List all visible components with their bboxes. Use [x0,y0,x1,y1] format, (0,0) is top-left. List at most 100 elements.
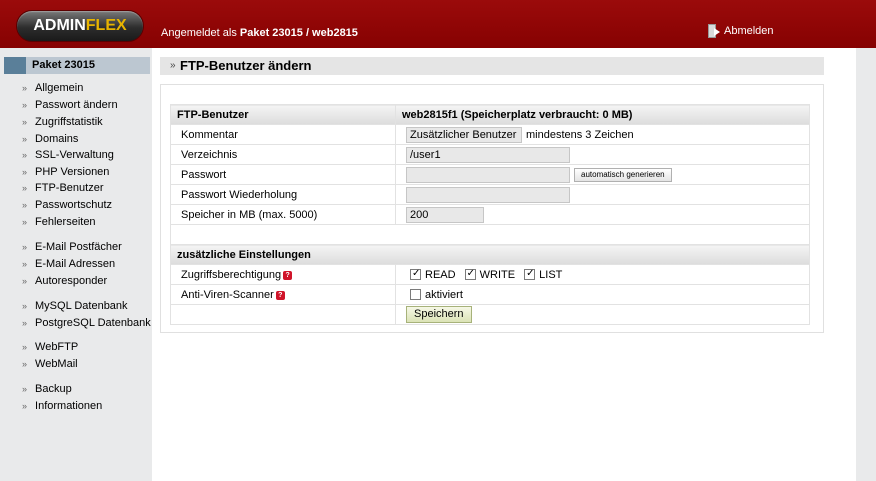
sidebar-item-label: Autoresponder [35,275,108,287]
sidebar-item-allgemein[interactable]: » Allgemein [22,82,83,94]
logout-label: Abmelden [724,25,774,37]
chevron-right-icon: » [22,359,28,369]
chevron-right-icon: » [22,83,28,93]
sidebar-item-autoresponder[interactable]: » Autoresponder [22,275,107,287]
form-row-directory: Verzeichnis /user1 [170,144,810,165]
extra-settings-title: zusätzliche Einstellungen [170,244,810,265]
write-checkbox[interactable] [464,268,476,281]
form-header-row: FTP-Benutzer web2815f1 (Speicherplatz ve… [170,104,810,125]
password-label: Passwort [170,164,396,185]
chevron-right-icon: » [22,167,28,177]
chevron-right-icon: » [22,100,28,110]
chevron-right-icon: » [170,60,176,71]
sidebar-item-email-postfaecher[interactable]: » E-Mail Postfächer [22,241,122,253]
form-row-antivirus: Anti-Viren-Scanner? aktiviert [170,284,810,305]
sidebar-item-label: Passwortschutz [35,199,113,211]
sidebar-item-label: FTP-Benutzer [35,182,104,194]
antivirus-option-label: aktiviert [425,288,463,301]
sidebar-item-label: PHP Versionen [35,166,110,178]
sidebar-item-domains[interactable]: » Domains [22,133,78,145]
chevron-right-icon: » [22,242,28,252]
help-icon[interactable]: ? [283,270,293,280]
top-header: ADMIN FLEX Angemeldet als Paket 23015 / w… [0,0,876,48]
sidebar-item-label: WebMail [35,358,78,370]
login-prefix: Angemeldet als [161,27,237,39]
chevron-right-icon: » [22,318,28,328]
read-checkbox[interactable] [410,268,421,281]
storage-field[interactable]: 200 [406,206,484,223]
save-button[interactable]: Speichern [406,306,472,323]
right-edge-strip [856,48,876,481]
antivirus-checkbox[interactable] [410,289,421,301]
logout-link[interactable]: Abmelden [708,24,774,38]
sidebar-item-label: Fehlerseiten [35,216,96,228]
chevron-right-icon: » [22,301,28,311]
form-header-value: web2815f1 (Speicherplatz verbraucht: 0 M… [395,104,810,125]
form-row-comment: Kommentar Zusätzlicher Benutzer mindesten… [170,124,810,145]
sidebar-item-passwortschutz[interactable]: » Passwortschutz [22,199,112,211]
sidebar-item-email-adressen[interactable]: » E-Mail Adressen [22,258,115,270]
sidebar-item-label: Informationen [35,400,103,412]
login-info: Angemeldet als Paket 23015 / web2815 [161,27,358,39]
chevron-right-icon: » [22,401,28,411]
extra-settings-header: zusätzliche Einstellungen [170,244,810,265]
sidebar-item-label: E-Mail Adressen [35,258,116,270]
sidebar-title: Paket 23015 [32,59,95,71]
storage-label: Speicher in MB (max. 5000) [170,204,396,225]
main-content: » FTP-Benutzer ändern FTP-Benutzer web28… [152,48,856,481]
form-row-password: Passwort automatisch generieren [170,164,810,185]
logo-text-admin: ADMIN [33,17,86,34]
sidebar-item-ftp-benutzer[interactable]: » FTP-Benutzer [22,182,103,194]
comment-field[interactable]: Zusätzlicher Benutzer [406,126,522,143]
sidebar-item-webmail[interactable]: » WebMail [22,358,78,370]
sidebar-item-label: MySQL Datenbank [35,300,128,312]
chevron-right-icon: » [22,384,28,394]
sidebar-item-informationen[interactable]: » Informationen [22,400,102,412]
sidebar-item-webftp[interactable]: » WebFTP [22,341,78,353]
write-label: WRITE [479,268,516,281]
comment-hint: mindestens 3 Zeichen [526,128,634,141]
sidebar-item-label: WebFTP [35,341,79,353]
comment-label: Kommentar [170,124,396,145]
sidebar-item-label: Domains [35,133,79,145]
chevron-right-icon: » [22,342,28,352]
form-row-access: Zugriffsberechtigung? READ WRITE LIST [170,264,810,285]
chevron-right-icon: » [22,200,28,210]
adminflex-logo[interactable]: ADMIN FLEX [16,10,144,42]
antivirus-label: Anti-Viren-Scanner [181,288,274,301]
sidebar-item-label: Allgemein [35,82,84,94]
list-label: LIST [539,268,563,281]
sidebar-item-passwort-aendern[interactable]: » Passwort ändern [22,99,118,111]
sidebar-item-label: PostgreSQL Datenbank [35,317,151,329]
sidebar-item-php-versionen[interactable]: » PHP Versionen [22,166,109,178]
sidebar-item-zugriffstatistik[interactable]: » Zugriffstatistik [22,116,103,128]
ftp-user-form: FTP-Benutzer web2815f1 (Speicherplatz ve… [170,104,810,325]
chevron-right-icon: » [22,276,28,286]
sidebar-item-mysql-datenbank[interactable]: » MySQL Datenbank [22,300,128,312]
page-title-bar: » FTP-Benutzer ändern [160,57,824,75]
form-spacer-row [170,224,810,245]
list-checkbox[interactable] [524,268,536,281]
chevron-right-icon: » [22,183,28,193]
password-repeat-label: Passwort Wiederholung [170,184,396,205]
logout-door-icon [708,24,720,38]
chevron-right-icon: » [22,259,28,269]
sidebar-item-postgresql-datenbank[interactable]: » PostgreSQL Datenbank [22,317,151,329]
chevron-right-icon: » [22,117,28,127]
password-field[interactable] [406,166,570,183]
directory-field[interactable]: /user1 [406,146,570,163]
logo-text-flex: FLEX [85,17,127,34]
sidebar-item-label: Zugriffstatistik [35,116,103,128]
generate-password-button[interactable]: automatisch generieren [574,167,672,182]
sidebar-package-header: Paket 23015 [4,57,150,74]
sidebar-item-label: Passwort ändern [35,99,118,111]
form-row-submit: Speichern [170,304,810,325]
help-icon[interactable]: ? [275,290,285,300]
sidebar-item-fehlerseiten[interactable]: » Fehlerseiten [22,216,96,228]
sidebar-item-backup[interactable]: » Backup [22,383,72,395]
form-header-label: FTP-Benutzer [170,104,396,125]
form-row-password-repeat: Passwort Wiederholung [170,184,810,205]
sidebar-item-ssl-verwaltung[interactable]: » SSL-Verwaltung [22,149,114,161]
password-repeat-field[interactable] [406,186,570,203]
login-user: Paket 23015 / web2815 [239,27,358,39]
